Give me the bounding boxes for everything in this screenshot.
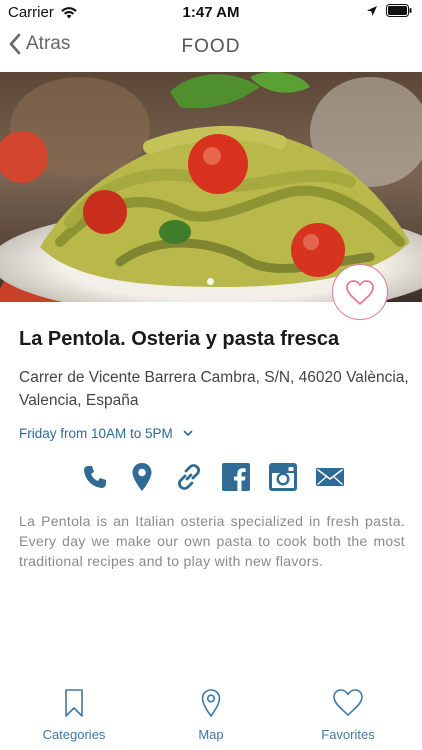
email-button[interactable]	[315, 462, 345, 492]
call-button[interactable]	[80, 462, 110, 492]
facebook-button[interactable]	[221, 462, 251, 492]
opening-hours-dropdown[interactable]: Friday from 10AM to 5PM	[19, 426, 193, 441]
carousel-page-dot	[207, 278, 214, 285]
location-button[interactable]	[127, 462, 157, 492]
link-icon	[177, 464, 201, 490]
page-title: FOOD	[181, 36, 241, 57]
tab-map[interactable]: Map	[156, 688, 266, 742]
heart-icon	[346, 279, 374, 305]
opening-hours-label: Friday from 10AM to 5PM	[19, 426, 173, 441]
restaurant-description: La Pentola is an Italian osteria special…	[19, 513, 405, 569]
status-time: 1:47 AM	[182, 4, 240, 21]
map-pin-icon	[201, 689, 221, 718]
heart-icon	[333, 689, 363, 716]
tab-categories[interactable]: Categories	[19, 688, 129, 742]
location-pin-icon	[132, 463, 152, 491]
instagram-button[interactable]	[268, 462, 298, 492]
phone-icon	[84, 466, 106, 488]
restaurant-address: Carrer de Vicente Barrera Cambra, S/N, 4…	[19, 369, 409, 409]
mail-icon	[316, 468, 344, 486]
location-arrow-icon	[367, 5, 377, 16]
website-button[interactable]	[174, 462, 204, 492]
tab-favorites[interactable]: Favorites	[293, 688, 403, 742]
nav-bar: Atras FOOD	[0, 28, 422, 68]
restaurant-name: La Pentola. Osteria y pasta fresca	[19, 328, 340, 350]
tab-map-label: Map	[198, 727, 224, 742]
instagram-icon	[269, 463, 297, 491]
status-bar: Carrier 1:47 AM	[0, 0, 422, 24]
status-right	[366, 4, 412, 17]
contact-actions	[80, 462, 345, 492]
bookmark-icon	[65, 689, 83, 717]
tab-bar: Categories Map Favorites	[0, 682, 422, 750]
tab-categories-label: Categories	[42, 727, 106, 742]
facebook-icon	[222, 463, 250, 491]
battery-icon	[386, 4, 412, 17]
chevron-down-icon	[183, 430, 193, 436]
favorite-button[interactable]	[332, 264, 388, 320]
tab-favorites-label: Favorites	[321, 727, 375, 742]
